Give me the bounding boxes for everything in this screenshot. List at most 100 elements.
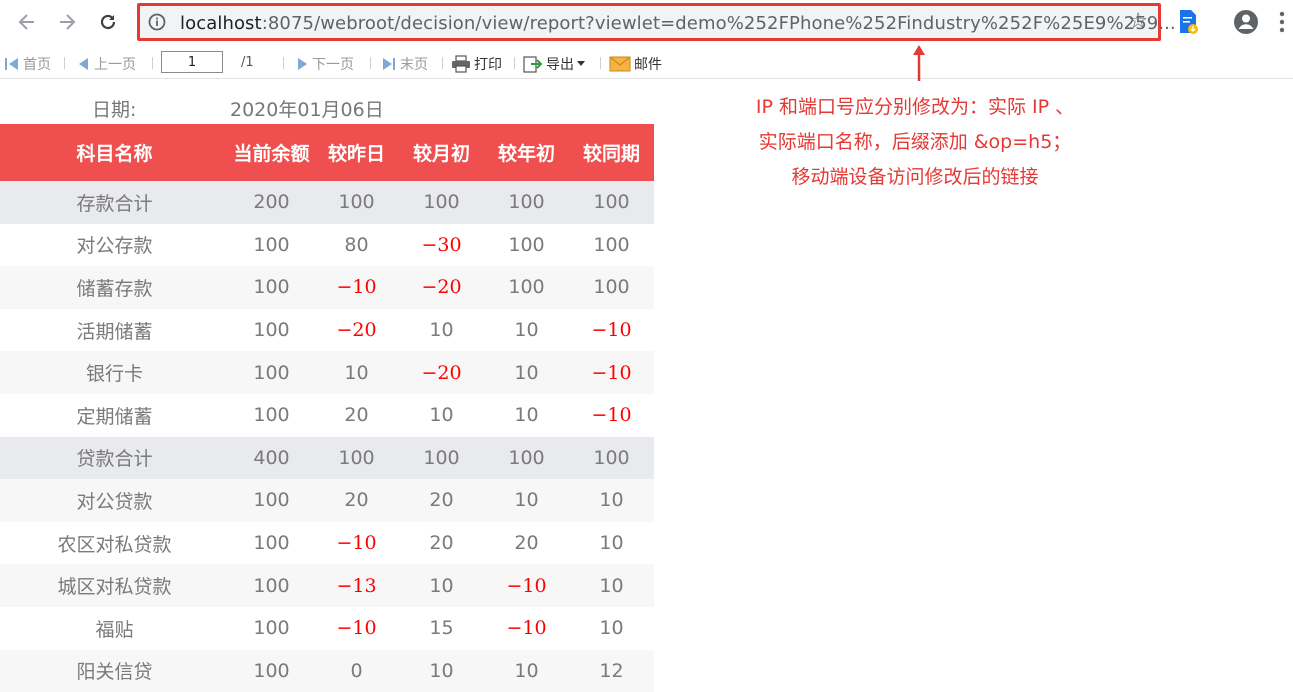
- reload-button[interactable]: [92, 6, 124, 38]
- kebab-menu-icon[interactable]: [1278, 10, 1286, 34]
- table-row: 活期储蓄 100 −20 10 10 −10: [0, 308, 654, 352]
- prev-page-button[interactable]: 上一页: [77, 54, 136, 74]
- row-name-cell: 定期储蓄: [0, 393, 229, 437]
- prev-page-label: 上一页: [94, 57, 136, 73]
- value-cell: 100: [314, 181, 399, 224]
- next-page-label: 下一页: [312, 57, 354, 73]
- value-cell: 100: [229, 649, 314, 692]
- value-cell: 10: [484, 649, 569, 692]
- value-cell: 100: [569, 436, 654, 480]
- toolbar-divider: [283, 57, 284, 69]
- printer-icon: [452, 55, 470, 73]
- dropdown-caret-icon: [577, 61, 585, 66]
- report-toolbar: 首页 上一页 /1 下一页 末页 打印 导出 邮件: [0, 48, 1293, 79]
- row-name-cell: 存款合计: [0, 181, 229, 224]
- last-page-button[interactable]: 末页: [381, 54, 428, 74]
- negative-value-cell: −20: [399, 266, 484, 309]
- next-page-button[interactable]: 下一页: [295, 54, 354, 74]
- date-value: 2020年01月06日: [230, 99, 384, 121]
- table-body: 存款合计 200 100 100 100 100 对公存款 100 80 −30 100 100 储蓄存…: [0, 181, 654, 692]
- value-cell: 12: [569, 649, 654, 692]
- toolbar-divider: [64, 57, 65, 69]
- total-row: 贷款合计 400 100 100 100 100: [0, 436, 654, 480]
- annotation-line: 移动端设备访问修改后的链接: [791, 166, 1039, 188]
- value-cell: 100: [229, 521, 314, 565]
- bookmark-star-icon[interactable]: ☆: [1128, 9, 1148, 34]
- envelope-icon: [609, 56, 631, 72]
- value-cell: 100: [569, 181, 654, 224]
- value-cell: 100: [229, 266, 314, 309]
- print-label: 打印: [474, 57, 502, 73]
- row-name-cell: 银行卡: [0, 351, 229, 394]
- next-page-icon: [298, 58, 307, 70]
- back-arrow-icon: [18, 14, 34, 30]
- negative-value-cell: −20: [399, 351, 484, 394]
- export-icon: [523, 56, 543, 73]
- value-cell: 100: [229, 351, 314, 394]
- reload-icon: [100, 14, 116, 30]
- back-button[interactable]: [11, 6, 43, 38]
- first-page-button[interactable]: 首页: [4, 54, 51, 74]
- value-cell: 100: [484, 181, 569, 224]
- url-path: :8075/webroot/decision/view/report?viewl…: [261, 13, 1176, 34]
- browser-toolbar: localhost:8075/webroot/decision/view/rep…: [0, 0, 1293, 46]
- negative-value-cell: −10: [484, 606, 569, 650]
- table-row: 福贴 100 −10 15 −10 10: [0, 606, 654, 650]
- negative-value-cell: −30: [399, 223, 484, 267]
- annotation-line: 实际端口名称，后缀添加 &op=h5；: [758, 131, 1072, 153]
- value-cell: 100: [229, 606, 314, 650]
- value-cell: 10: [399, 393, 484, 437]
- value-cell: 10: [484, 479, 569, 522]
- value-cell: 100: [484, 266, 569, 309]
- value-cell: 10: [569, 606, 654, 650]
- table-header-row: 科目名称 当前余额 较昨日 较月初 较年初 较同期: [0, 124, 654, 181]
- page-number-input[interactable]: [161, 51, 223, 73]
- row-name-cell: 储蓄存款: [0, 266, 229, 309]
- info-icon[interactable]: [148, 13, 166, 31]
- total-row: 存款合计 200 100 100 100 100: [0, 181, 654, 224]
- address-bar[interactable]: localhost:8075/webroot/decision/view/rep…: [137, 3, 1176, 41]
- column-header: 科目名称: [0, 124, 229, 181]
- toolbar-divider: [370, 57, 371, 69]
- value-cell: 10: [399, 308, 484, 352]
- value-cell: 100: [569, 266, 654, 309]
- value-cell: 100: [229, 479, 314, 522]
- table-row: 阳关信贷 100 0 10 10 12: [0, 649, 654, 692]
- annotation-note: IP 和端口号应分别修改为：实际 IP 、 实际端口名称，后缀添加 &op=h5…: [730, 90, 1100, 195]
- value-cell: 100: [484, 223, 569, 267]
- export-label: 导出: [546, 57, 574, 73]
- mail-button[interactable]: 邮件: [609, 54, 662, 74]
- column-header: 较年初: [484, 124, 569, 181]
- prev-page-icon: [79, 58, 88, 70]
- table-row: 农区对私贷款 100 −10 20 20 10: [0, 521, 654, 565]
- toolbar-divider: [152, 57, 153, 69]
- value-cell: 10: [484, 393, 569, 437]
- toolbar-divider: [442, 57, 443, 69]
- value-cell: 100: [399, 436, 484, 480]
- value-cell: 20: [399, 521, 484, 565]
- negative-value-cell: −10: [484, 564, 569, 607]
- report-table: 科目名称 当前余额 较昨日 较月初 较年初 较同期 存款合计 200 100 100 1…: [0, 124, 654, 692]
- value-cell: 10: [484, 351, 569, 394]
- negative-value-cell: −10: [314, 521, 399, 565]
- value-cell: 400: [229, 436, 314, 480]
- value-cell: 10: [484, 308, 569, 352]
- url-host: localhost: [180, 13, 262, 34]
- value-cell: 100: [229, 564, 314, 607]
- profile-avatar-icon[interactable]: [1232, 8, 1260, 36]
- print-button[interactable]: 打印: [451, 54, 502, 74]
- export-button[interactable]: 导出: [523, 54, 585, 74]
- table-row: 对公存款 100 80 −30 100 100: [0, 223, 654, 267]
- table-row: 城区对私贷款 100 −13 10 −10 10: [0, 564, 654, 607]
- url-text: localhost:8075/webroot/decision/view/rep…: [180, 13, 1176, 34]
- forward-button[interactable]: [51, 6, 83, 38]
- row-name-cell: 城区对私贷款: [0, 564, 229, 607]
- negative-value-cell: −13: [314, 564, 399, 607]
- negative-value-cell: −10: [569, 308, 654, 352]
- extension-icon[interactable]: [1177, 9, 1199, 35]
- toolbar-divider: [600, 57, 601, 69]
- first-page-icon: [5, 58, 18, 70]
- column-header: 较同期: [569, 124, 654, 181]
- value-cell: 100: [229, 308, 314, 352]
- value-cell: 100: [229, 393, 314, 437]
